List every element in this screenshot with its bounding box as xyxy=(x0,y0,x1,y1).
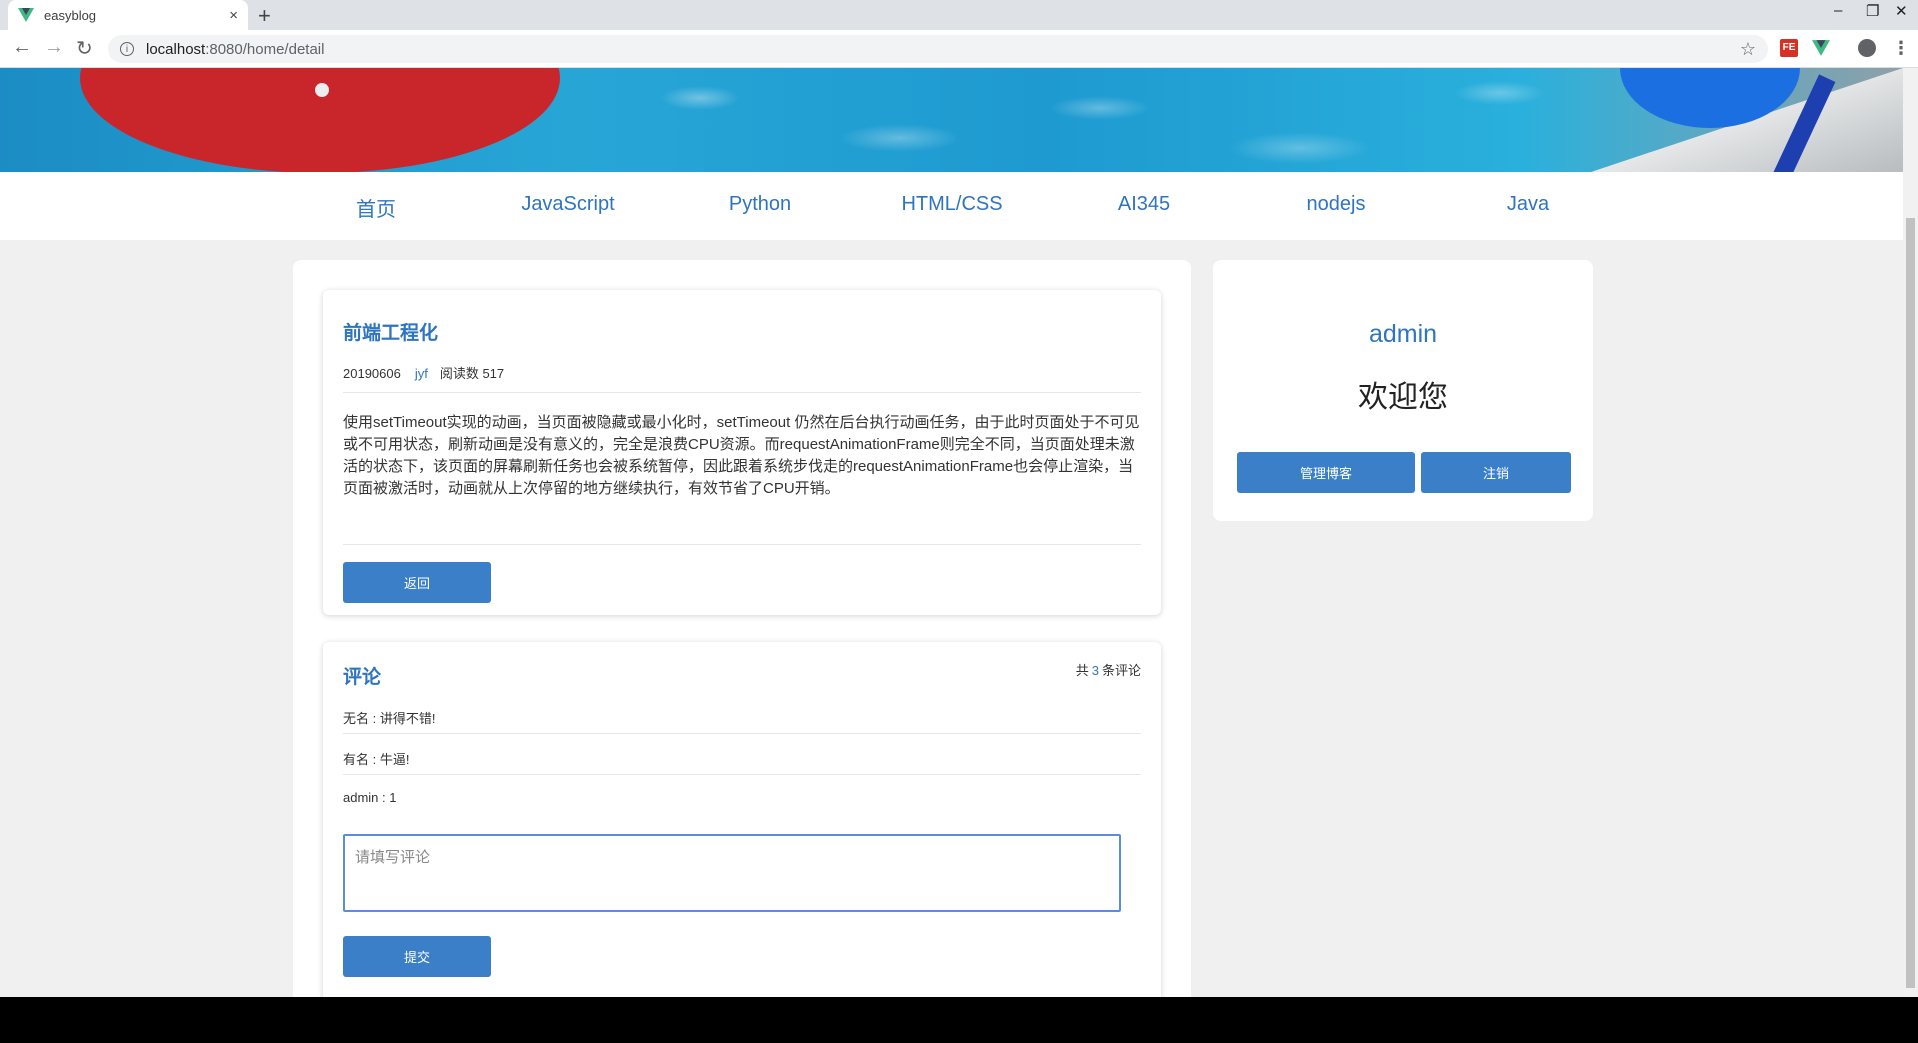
browser-tab[interactable]: easyblog × xyxy=(8,0,248,30)
scrollbar-thumb[interactable] xyxy=(1906,218,1915,988)
new-tab-icon[interactable]: + xyxy=(258,3,271,29)
comments-card: 评论 共3条评论 无名 : 讲得不错! 有名 : 牛逼! admin : 1 提… xyxy=(323,642,1161,997)
tab-close-icon[interactable]: × xyxy=(229,7,238,24)
umbrella-image xyxy=(80,68,560,172)
manage-blog-button[interactable]: 管理博客 xyxy=(1237,452,1415,493)
address-bar[interactable]: i localhost:8080/home/detail ☆ xyxy=(108,35,1768,63)
nav-item-ai345[interactable]: AI345 xyxy=(1118,193,1170,216)
page-viewport: 首页 JavaScript Python HTML/CSS AI345 node… xyxy=(0,68,1903,997)
article-body: 使用setTimeout实现的动画，当页面被隐藏或最小化时，setTimeout… xyxy=(343,414,1140,497)
window-close-icon[interactable]: ✕ xyxy=(1895,2,1908,20)
extension-fe-icon[interactable]: FE xyxy=(1780,39,1798,57)
browser-tab-bar: easyblog × + – ❐ ✕ xyxy=(0,0,1918,30)
back-arrow-icon[interactable]: ← xyxy=(12,36,32,59)
nav-item-html-css[interactable]: HTML/CSS xyxy=(901,193,1002,216)
profile-avatar-icon[interactable] xyxy=(1858,39,1876,57)
comment-count-prefix: 共 xyxy=(1075,663,1089,678)
nav-item-python[interactable]: Python xyxy=(729,193,791,216)
divider xyxy=(343,774,1141,775)
reload-icon[interactable]: ↻ xyxy=(76,36,93,61)
menu-dots-icon[interactable]: ⋮ xyxy=(1892,39,1910,57)
divider xyxy=(343,733,1141,734)
bookmark-star-icon[interactable]: ☆ xyxy=(1740,39,1756,60)
tab-title: easyblog xyxy=(44,7,97,23)
forward-arrow-icon[interactable]: → xyxy=(44,36,64,59)
article-title: 前端工程化 xyxy=(343,323,439,344)
article-read-count: 阅读数 517 xyxy=(439,366,505,381)
category-nav: 首页 JavaScript Python HTML/CSS AI345 node… xyxy=(0,172,1903,240)
article-author[interactable]: jyf xyxy=(415,366,428,381)
url-path: :8080/home/detail xyxy=(205,40,325,58)
article-date: 20190606 xyxy=(343,366,401,381)
article-card: 前端工程化 20190606 jyf 阅读数 517 使用setTimeout实现的… xyxy=(323,290,1161,615)
vue-logo-icon xyxy=(18,8,34,22)
back-button[interactable]: 返回 xyxy=(343,562,491,603)
divider xyxy=(343,544,1141,545)
nav-item-java[interactable]: Java xyxy=(1507,193,1549,216)
info-icon[interactable]: i xyxy=(120,42,134,56)
article-meta: 20190606 jyf 阅读数 517 xyxy=(343,363,504,382)
browser-toolbar: ← → ↻ i localhost:8080/home/detail ☆ FE … xyxy=(0,30,1918,68)
comment-input[interactable] xyxy=(343,834,1121,912)
user-sidebar-card: admin 欢迎您 管理博客 注销 xyxy=(1213,260,1593,521)
logout-button[interactable]: 注销 xyxy=(1421,452,1571,493)
comments-title: 评论 xyxy=(343,667,382,688)
os-taskbar xyxy=(0,997,1918,1043)
sidebar-username: admin xyxy=(1368,320,1438,348)
submit-comment-button[interactable]: 提交 xyxy=(343,936,491,977)
main-content-card: 前端工程化 20190606 jyf 阅读数 517 使用setTimeout实现的… xyxy=(293,260,1191,997)
comment-count: 共 3 条评论 xyxy=(1076,660,1141,679)
nav-item-javascript[interactable]: JavaScript xyxy=(521,193,614,216)
sidebar-welcome: 欢迎您 xyxy=(1358,381,1448,414)
header-banner-image xyxy=(0,68,1903,172)
comment-count-suffix: 条评论 xyxy=(1101,663,1141,678)
comment-item: admin : 1 xyxy=(343,790,397,805)
comment-item: 无名 : 讲得不错! xyxy=(343,711,436,726)
comment-item: 有名 : 牛逼! xyxy=(343,752,410,767)
nav-item-home[interactable]: 首页 xyxy=(356,193,396,222)
vue-devtools-icon[interactable] xyxy=(1812,39,1830,57)
divider xyxy=(343,392,1141,393)
restore-icon[interactable]: ❐ xyxy=(1866,2,1879,20)
minimize-icon[interactable]: – xyxy=(1834,2,1842,19)
url-host: localhost xyxy=(146,40,206,58)
comment-count-number: 3 xyxy=(1091,663,1099,678)
page-scrollbar[interactable] xyxy=(1903,68,1918,997)
nav-item-nodejs[interactable]: nodejs xyxy=(1307,193,1366,216)
